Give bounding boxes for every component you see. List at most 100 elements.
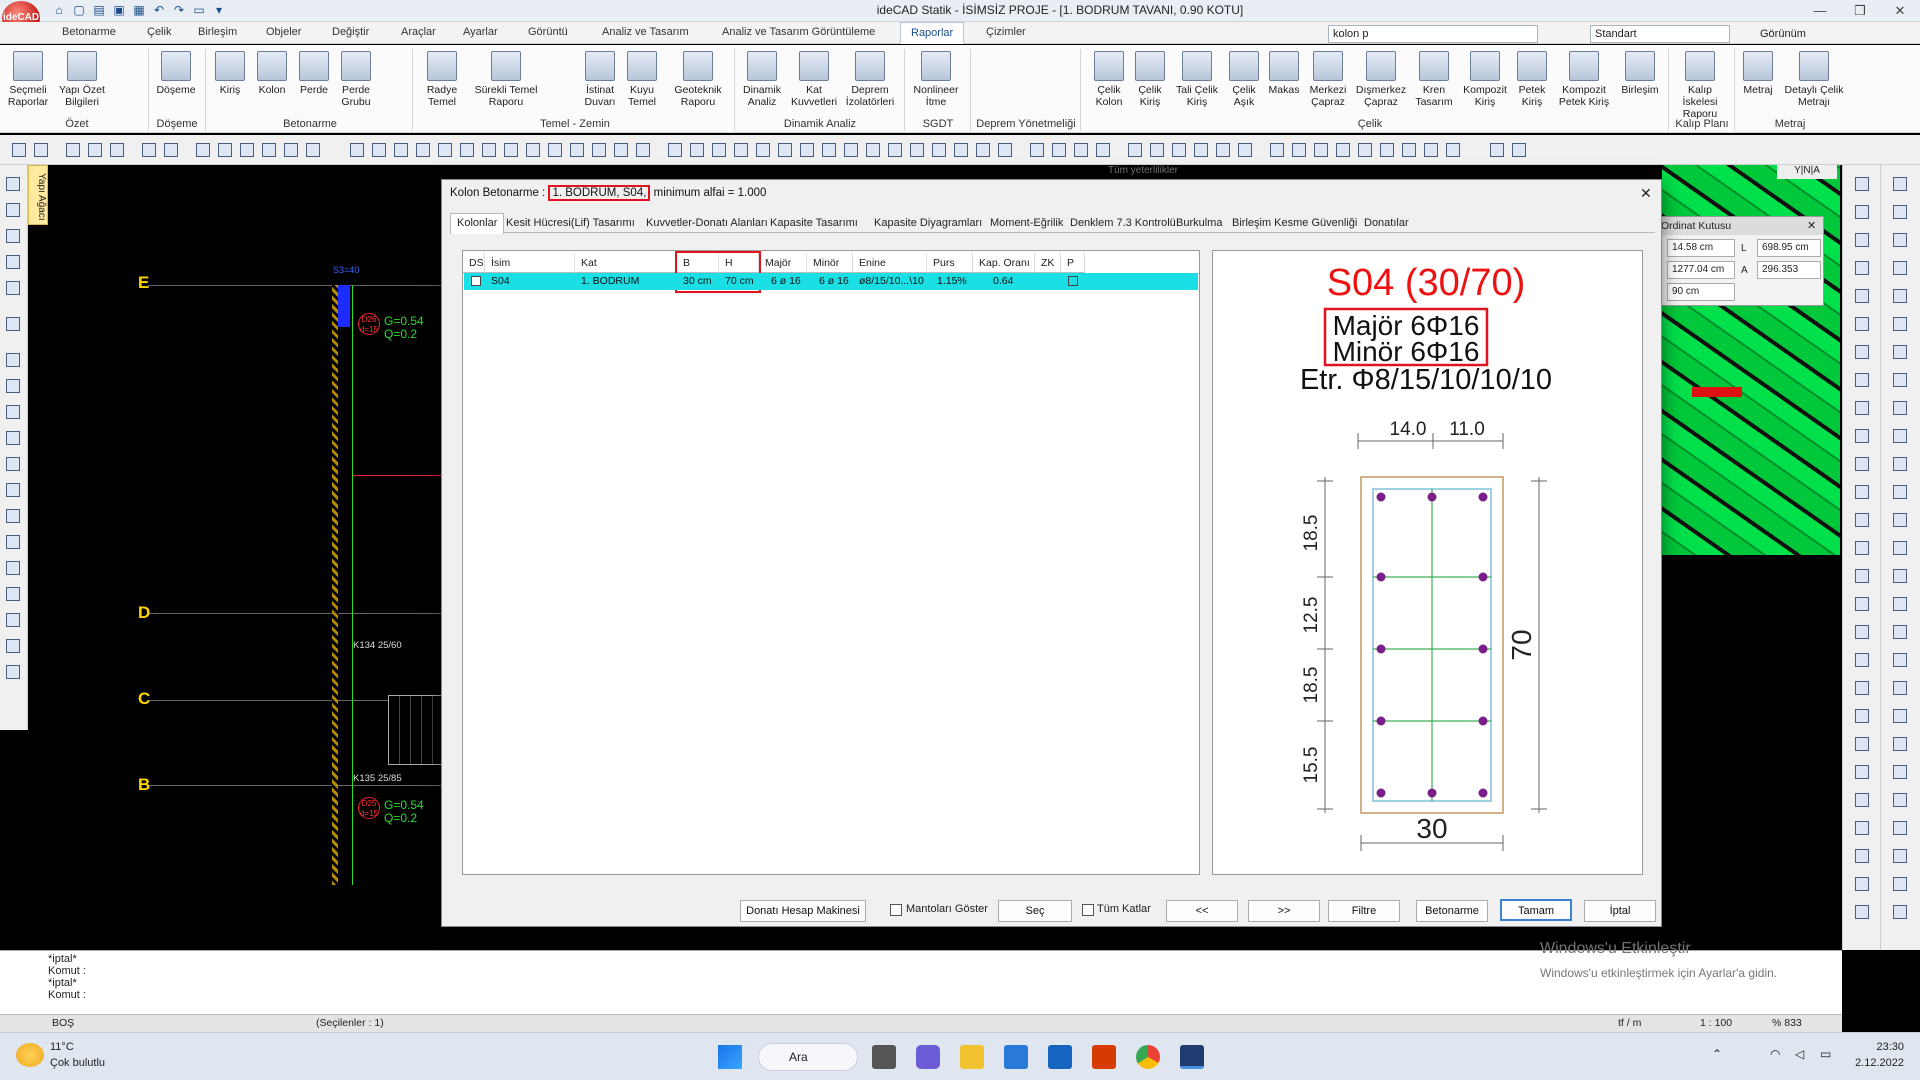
tab-goruntu[interactable]: Görüntü	[528, 26, 568, 38]
celik-kolon-button[interactable]: Çelik Kolon	[1090, 51, 1128, 113]
tum-katlar-checkbox[interactable]	[1082, 904, 1094, 916]
polyline-icon[interactable]	[844, 143, 858, 157]
rtool2-icon-12[interactable]	[1893, 485, 1907, 499]
tool-icon-18[interactable]	[6, 639, 20, 653]
rtool-icon-26[interactable]	[1855, 877, 1869, 891]
kolon-button[interactable]: Kolon	[252, 51, 292, 113]
grid-table-icon[interactable]	[1512, 143, 1526, 157]
track-icon[interactable]	[1238, 143, 1252, 157]
dinamik-analiz-button[interactable]: Dinamik Analiz	[738, 51, 786, 113]
point-icon[interactable]	[910, 143, 924, 157]
tab-degistir[interactable]: Değiştir	[332, 26, 369, 38]
kalip-iskelesi-button[interactable]: Kalıp İskelesi Raporu	[1672, 51, 1728, 120]
office-icon[interactable]	[1092, 1045, 1116, 1069]
tab-cizimler[interactable]: Çizimler	[986, 26, 1026, 38]
tab-birlesim-kesme[interactable]: Birleşim Kesme Güvenliği	[1232, 217, 1357, 229]
filtre-button[interactable]: Filtre	[1328, 900, 1400, 922]
rtool-icon-14[interactable]	[1855, 541, 1869, 555]
tab-araclar[interactable]: Araçlar	[401, 26, 436, 38]
rtool2-icon-4[interactable]	[1893, 261, 1907, 275]
rtool-icon-1[interactable]	[1855, 177, 1869, 191]
rtool-icon-9[interactable]	[1855, 401, 1869, 415]
view-menu[interactable]: Görünüm	[1760, 28, 1806, 40]
grid-icon[interactable]	[1172, 143, 1186, 157]
tab-analiz-goruntuleme[interactable]: Analiz ve Tasarım Görüntüleme	[722, 26, 875, 38]
command-area[interactable]: *iptal* Komut : *iptal* Komut :	[0, 950, 1842, 1014]
circle-icon[interactable]	[778, 143, 792, 157]
rtool-icon-15[interactable]	[1855, 569, 1869, 583]
rtool-icon-7[interactable]	[1855, 345, 1869, 359]
style-icon[interactable]	[1446, 143, 1460, 157]
dimension-icon[interactable]	[592, 143, 606, 157]
weather-icon[interactable]	[16, 1043, 44, 1067]
rtool2-icon-24[interactable]	[1893, 821, 1907, 835]
clock-date[interactable]: 2.12.2022	[1848, 1057, 1904, 1069]
stretch-icon[interactable]	[482, 143, 496, 157]
maximize-button[interactable]: ❐	[1840, 0, 1880, 22]
tool-icon-12[interactable]	[6, 483, 20, 497]
rtool2-icon-6[interactable]	[1893, 317, 1907, 331]
rtool2-icon-27[interactable]	[1893, 905, 1907, 919]
tab-objeler[interactable]: Objeler	[266, 26, 301, 38]
doseme-button[interactable]: Döşeme	[154, 51, 198, 113]
tab-betonarme[interactable]: Betonarme	[62, 26, 116, 38]
rtool-icon-3[interactable]	[1855, 233, 1869, 247]
tab-kuvvetler-donati[interactable]: Kuvvetler-Donatı Alanları	[646, 217, 768, 229]
tab-celik[interactable]: Çelik	[147, 26, 171, 38]
rtool-icon-16[interactable]	[1855, 597, 1869, 611]
tab-birlesim[interactable]: Birleşim	[198, 26, 237, 38]
rectangle-icon[interactable]	[800, 143, 814, 157]
tool-icon-7[interactable]	[6, 353, 20, 367]
clip-icon[interactable]	[1424, 143, 1438, 157]
join-icon[interactable]	[416, 143, 430, 157]
row-checkbox[interactable]	[471, 276, 481, 286]
nonlineer-itme-button[interactable]: Nonlineer İtme	[910, 51, 962, 113]
offset-icon[interactable]	[372, 143, 386, 157]
save-as-icon[interactable]: ▦	[132, 3, 146, 17]
tab-analiz-tasarim[interactable]: Analiz ve Tasarım	[602, 26, 689, 38]
table-row[interactable]: S04 1. BODRUM 30 cm 70 cm 6 ø 16 6 ø 16 …	[464, 273, 1198, 290]
tool-icon-3[interactable]	[6, 229, 20, 243]
wifi-icon[interactable]: ◠	[1770, 1047, 1780, 1061]
polygon-icon[interactable]	[822, 143, 836, 157]
rtool2-icon-26[interactable]	[1893, 877, 1907, 891]
radye-temel-button[interactable]: Radye Temel	[418, 51, 466, 113]
tray-chevron-icon[interactable]: ⌃	[1712, 1047, 1722, 1061]
tali-celik-kiris-button[interactable]: Tali Çelik Kiriş	[1172, 51, 1222, 113]
yapi-ozet-button[interactable]: Yapı Özet Bilgileri	[56, 51, 108, 113]
home-icon[interactable]: ⌂	[52, 3, 66, 17]
minimize-button[interactable]: —	[1800, 0, 1840, 22]
tab-kesit-hucresi[interactable]: Kesit Hücresi(Lif) Tasarımı	[506, 217, 635, 229]
rtool-icon-20[interactable]	[1855, 709, 1869, 723]
pencil-icon[interactable]	[88, 143, 102, 157]
rtool2-icon-16[interactable]	[1893, 597, 1907, 611]
wave-icon[interactable]	[712, 143, 726, 157]
sec-button[interactable]: Seç	[998, 900, 1072, 922]
properties-icon[interactable]	[548, 143, 562, 157]
rtool2-icon-5[interactable]	[1893, 289, 1907, 303]
cascade-icon[interactable]	[1074, 143, 1088, 157]
taskbar-search[interactable]: Ara	[758, 1043, 858, 1071]
rtool2-icon-22[interactable]	[1893, 765, 1907, 779]
iptal-button[interactable]: İptal	[1584, 900, 1656, 922]
tool-icon-1[interactable]	[6, 177, 20, 191]
yapi-agaci-tab[interactable]: Yapı Ağacı	[28, 165, 48, 225]
rtool-icon-21[interactable]	[1855, 737, 1869, 751]
tool-icon-8[interactable]	[6, 379, 20, 393]
deprem-izolatorleri-button[interactable]: Deprem İzolatörleri	[842, 51, 898, 113]
dropdown-icon[interactable]: ▾	[212, 3, 226, 17]
mail-icon[interactable]	[1048, 1045, 1072, 1069]
new-file-icon[interactable]: ▢	[72, 3, 86, 17]
next-button[interactable]: >>	[1248, 900, 1320, 922]
rtool2-icon-19[interactable]	[1893, 681, 1907, 695]
perde-button[interactable]: Perde	[294, 51, 334, 113]
makas-button[interactable]: Makas	[1266, 51, 1302, 113]
rtool-icon-17[interactable]	[1855, 625, 1869, 639]
ordinat-x-field[interactable]: 14.58 cm	[1667, 239, 1735, 257]
rtool-icon-19[interactable]	[1855, 681, 1869, 695]
rtool2-icon-8[interactable]	[1893, 373, 1907, 387]
col-header-kat[interactable]: Kat	[575, 253, 677, 273]
status-unit[interactable]: tf / m	[1618, 1017, 1641, 1029]
zoom-icon[interactable]	[12, 143, 26, 157]
rtool2-icon-25[interactable]	[1893, 849, 1907, 863]
